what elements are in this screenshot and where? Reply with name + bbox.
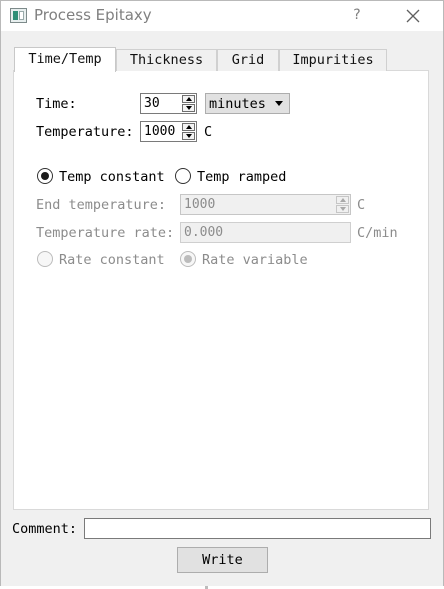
- tab-thickness[interactable]: Thickness: [116, 49, 217, 71]
- comment-label: Comment:: [12, 521, 78, 537]
- end-temperature-spinbox[interactable]: 1000: [180, 194, 351, 215]
- rate-variable-label: Rate variable: [202, 252, 308, 268]
- temperature-unit: C: [204, 124, 213, 140]
- time-unit-dropdown[interactable]: minutes: [205, 93, 290, 114]
- temp-ramped-radio[interactable]: [175, 168, 191, 184]
- help-button[interactable]: ?: [347, 5, 367, 25]
- process-epitaxy-dialog: Process Epitaxy ? Time/Temp Thickness Gr…: [0, 0, 444, 589]
- temperature-up-arrow-icon[interactable]: [182, 123, 195, 131]
- chevron-down-icon: [275, 101, 283, 106]
- temperature-rate-value: 0.000: [184, 225, 224, 240]
- temp-constant-label: Temp constant: [59, 169, 165, 185]
- tab-grid[interactable]: Grid: [217, 49, 279, 71]
- title-bar: Process Epitaxy ?: [1, 1, 443, 31]
- app-icon: [10, 8, 27, 23]
- end-temperature-value: 1000: [184, 197, 216, 212]
- comment-field[interactable]: [84, 518, 431, 539]
- rate-constant-label: Rate constant: [59, 252, 165, 268]
- temp-ramped-label: Temp ramped: [197, 169, 287, 185]
- temperature-rate-label: Temperature rate:: [36, 225, 175, 241]
- time-value: 30: [144, 96, 160, 111]
- temperature-label: Temperature:: [36, 124, 134, 140]
- tab-impurities[interactable]: Impurities: [279, 49, 387, 71]
- temperature-rate-unit: C/min: [357, 225, 398, 241]
- end-temperature-label: End temperature:: [36, 197, 167, 213]
- temperature-spinbox[interactable]: 1000: [140, 121, 197, 142]
- write-button[interactable]: Write: [177, 547, 268, 573]
- window-title: Process Epitaxy: [34, 6, 152, 24]
- time-spinbox[interactable]: 30: [140, 93, 197, 114]
- temperature-rate-field[interactable]: 0.000: [180, 222, 351, 243]
- time-unit-value: minutes: [209, 96, 266, 112]
- end-temperature-down-arrow-icon[interactable]: [336, 205, 349, 213]
- close-button[interactable]: [400, 4, 426, 28]
- rate-variable-radio[interactable]: [180, 251, 196, 267]
- time-down-arrow-icon[interactable]: [182, 104, 195, 112]
- rate-constant-radio[interactable]: [37, 251, 53, 267]
- time-up-arrow-icon[interactable]: [182, 95, 195, 103]
- end-temperature-unit: C: [357, 197, 366, 213]
- tab-time-temp[interactable]: Time/Temp: [14, 47, 116, 72]
- end-temperature-up-arrow-icon[interactable]: [336, 196, 349, 204]
- close-icon: [406, 9, 420, 23]
- temp-constant-radio[interactable]: [37, 168, 53, 184]
- temperature-down-arrow-icon[interactable]: [182, 132, 195, 140]
- temperature-value: 1000: [144, 124, 176, 139]
- time-label: Time:: [36, 96, 77, 112]
